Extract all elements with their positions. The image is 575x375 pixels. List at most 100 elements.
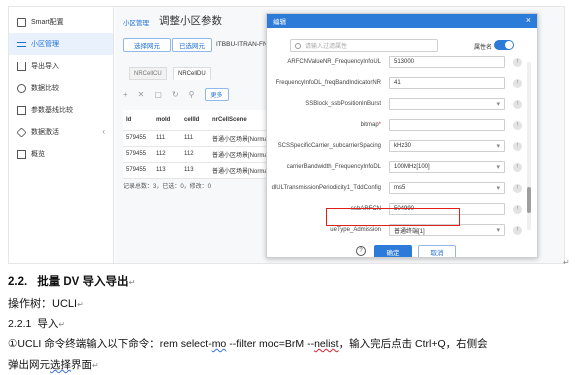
field-input[interactable]	[389, 119, 505, 131]
subsection-number: 2.2.1	[8, 318, 32, 330]
sidebar-item-label: Smart配置	[31, 19, 64, 26]
selected-ne-text: ITBBU-ITRAN-FN	[216, 41, 268, 48]
field-label: carrierBandwidth_FrequencyInfoDL	[286, 164, 381, 170]
filter-icon[interactable]: ⚲	[189, 90, 195, 99]
table-row[interactable]: 579455 113 113 普通小区场景[Normal	[123, 162, 275, 179]
field-select[interactable]	[389, 98, 505, 110]
sidebar-item-smart-config[interactable]: Smart配置	[9, 11, 113, 33]
table-row[interactable]: 579455 112 112 普通小区场景[Normal	[123, 146, 275, 163]
cell-table: Id moId cellId nrCellScene 579455 111 11…	[123, 110, 275, 179]
help-icon[interactable]: ?	[356, 246, 366, 256]
sidebar-item-label: 小区管理	[31, 41, 59, 48]
field-input[interactable]: 513000	[389, 56, 505, 68]
tab-nrcelldu[interactable]: NRCellDU	[173, 67, 211, 80]
add-icon[interactable]: +	[123, 90, 128, 99]
close-icon[interactable]: ×	[526, 15, 531, 25]
info-icon[interactable]: !	[513, 205, 522, 214]
section-heading: 2.2. 批量 DV 导入导出↵	[8, 273, 135, 289]
delete-icon[interactable]: ✕	[138, 90, 145, 99]
table-cell: 111	[181, 130, 209, 147]
section-number: 2.2.	[8, 276, 28, 288]
info-icon[interactable]: !	[513, 58, 522, 67]
field-row: SCSSpecificCarrier_subcarrierSpacing kHz…	[267, 140, 529, 154]
table-row[interactable]: 579455 111 111 普通小区场景[Normal	[123, 130, 275, 147]
table-cell: 579455	[123, 162, 153, 179]
doc-step-line: ①UCLI 命令终端输入以下命令：rem select-mo --filter …	[8, 336, 488, 351]
sidebar-item-data-activate[interactable]: 数据激活 ‹	[9, 121, 113, 143]
step-text: 选择	[50, 359, 71, 371]
breadcrumb[interactable]: 小区管理	[123, 17, 149, 27]
sidebar-item-data-compare[interactable]: 数据比较	[9, 77, 113, 99]
column-header[interactable]: moId	[153, 110, 181, 131]
required-mark: *	[378, 122, 381, 128]
field-input[interactable]: 41	[389, 77, 505, 89]
sidebar-item-label: 数据比较	[31, 85, 59, 92]
info-icon[interactable]: !	[513, 121, 522, 130]
field-row: carrierBandwidth_FrequencyInfoDL 100MHz[…	[267, 161, 529, 175]
highlight-box	[326, 208, 460, 226]
selected-ne-button[interactable]: 已选网元	[172, 38, 212, 52]
table-pager: 记录总数：3，已选：0，修改：0	[123, 184, 212, 190]
search-icon	[295, 43, 301, 49]
filter-placeholder: 请输入过滤属性	[305, 44, 348, 50]
step-text: --filter moc=BrM --	[226, 338, 315, 350]
field-label: ARFCNValueNR_FrequencyInfoUL	[287, 59, 381, 65]
cancel-button[interactable]: 取消	[418, 245, 456, 257]
sidebar-item-cell-management[interactable]: 小区管理	[9, 33, 113, 55]
table-toolbar: + ✕ ▢ ↻ ⚲ 更多	[123, 87, 229, 101]
step-circle: ①	[8, 338, 18, 350]
info-icon[interactable]: !	[513, 163, 522, 172]
field-label: ueType_Admission	[330, 227, 381, 233]
more-button[interactable]: 更多	[204, 87, 229, 101]
field-row: ueType_Admission 普通终端[1] !	[267, 224, 529, 238]
step-text: UCLI 命令终端输入以下命令：rem select-	[17, 338, 212, 350]
copy-icon[interactable]: ▢	[154, 90, 162, 99]
select-ne-button[interactable]: 选择网元	[123, 38, 171, 52]
param-icon	[17, 105, 26, 115]
table-cell: 112	[153, 146, 181, 163]
compare-icon	[17, 83, 26, 93]
refresh-icon[interactable]: ↻	[172, 90, 179, 99]
field-select[interactable]: ms5	[389, 182, 505, 194]
step-text: ，输入完后点击 Ctrl+Q，右侧会	[338, 338, 488, 350]
field-row: FrequencyInfoDL_freqBandIndicatorNR 41 !	[267, 77, 529, 91]
dialog-scrollbar[interactable]	[527, 62, 531, 230]
step-text: 界面	[71, 359, 92, 371]
paragraph-mark: ↵	[128, 278, 136, 287]
info-icon[interactable]: !	[513, 184, 522, 193]
sidebar-item-export-import[interactable]: 导出导入	[9, 55, 113, 77]
field-select[interactable]: 100MHz[100]	[389, 161, 505, 173]
field-select[interactable]: kHz30	[389, 140, 505, 152]
sidebar: Smart配置 小区管理 导出导入 数据比较 参数基线比较 数据激活 ‹ 概览	[9, 7, 114, 263]
tab-nrcellcu[interactable]: NRCellCU	[129, 67, 167, 80]
info-icon[interactable]: !	[513, 79, 522, 88]
activate-icon	[16, 126, 27, 138]
filter-input[interactable]: 请输入过滤属性	[290, 39, 438, 52]
field-label: dlULTransmissionPeriodicity1_TddConfig	[271, 185, 381, 191]
sidebar-item-label: 数据激活	[31, 129, 59, 136]
field-label-text: bitmap	[360, 122, 379, 128]
column-header[interactable]: cellId	[181, 110, 209, 131]
sidebar-item-label: 概览	[31, 151, 45, 158]
field-label: SCSSpecificCarrier_subcarrierSpacing	[277, 143, 381, 149]
field-row: ARFCNValueNR_FrequencyInfoUL 513000 !	[267, 56, 529, 70]
sidebar-item-baseline-compare[interactable]: 参数基线比较	[9, 99, 113, 121]
dialog-footer: ? 确定 取消	[267, 240, 537, 257]
ok-button[interactable]: 确定	[374, 245, 412, 257]
table-cell: 579455	[123, 146, 153, 163]
table-cell: 113	[153, 162, 181, 179]
field-label: SSBlock_ssbPositionInBurst	[305, 101, 381, 107]
attr-name-toggle[interactable]	[494, 40, 514, 50]
sidebar-item-overview[interactable]: 概览	[9, 143, 113, 165]
home-icon	[17, 17, 26, 27]
info-icon[interactable]: !	[513, 100, 522, 109]
table-cell: 113	[181, 162, 209, 179]
sidebar-item-label: 参数基线比较	[31, 107, 73, 114]
sidebar-item-label: 导出导入	[31, 63, 59, 70]
info-icon[interactable]: !	[513, 142, 522, 151]
info-icon[interactable]: !	[513, 226, 522, 235]
paragraph-mark: ↵	[563, 258, 570, 267]
table-cell: 579455	[123, 130, 153, 147]
column-header[interactable]: Id	[123, 110, 153, 131]
dialog-title: 编辑	[273, 19, 286, 26]
